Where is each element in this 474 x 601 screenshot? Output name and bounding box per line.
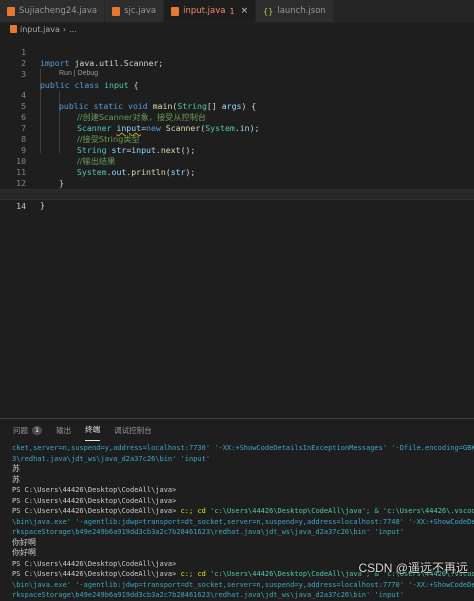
tab-label: Sujiacheng24.java — [19, 6, 98, 16]
editor-tab-bar: Sujiacheng24.java sjc.java input.java 1 … — [0, 0, 474, 23]
code-line-7: 7 //接受String类型 — [0, 112, 474, 144]
terminal-line: 3\redhat.java\jdt_ws\java_d2a37c26\bin' … — [12, 454, 474, 465]
run-debug-codelens[interactable]: Run | Debug — [59, 69, 98, 79]
code-line-9: 9 //输出结果 — [0, 134, 474, 166]
terminal-command-token: c:; — [176, 507, 194, 515]
tab-debug-console[interactable]: 调试控制台 — [114, 419, 152, 441]
code-line-10: 10 System.out.println(str); — [0, 145, 474, 177]
tab-label: input.java — [183, 6, 226, 16]
terminal-text: 3\redhat.java\jdt_ws\java_d2a37c26\bin' … — [12, 454, 211, 463]
terminal-command-token: & 'c:\Users\44426\.vscode\ — [370, 507, 474, 515]
bottom-panel: 问题 1 输出 终端 调试控制台 cket,server=n,suspend=y… — [0, 418, 474, 599]
tab-bar-spacer — [333, 0, 474, 22]
close-icon[interactable]: × — [241, 6, 249, 16]
tab-label: 问题 — [13, 425, 28, 435]
tab-sujiacheng24-java[interactable]: Sujiacheng24.java — [0, 0, 106, 22]
csdn-watermark: CSDN @遥远不再远 — [358, 561, 468, 575]
terminal-line: rkspaceStorage\b49e249b6a919dd3cb3a2c7b2… — [12, 590, 474, 601]
terminal-text: PS C:\Users\44426\Desktop\CodeAll\java> — [12, 496, 177, 505]
terminal-text: PS C:\Users\44426\Desktop\CodeAll\java> — [12, 570, 177, 578]
terminal-command-token: cd — [193, 507, 206, 515]
java-file-icon — [171, 6, 180, 16]
terminal-line: 苏 — [12, 475, 474, 486]
terminal-text: 苏 — [12, 464, 20, 473]
code-line-5: 5 //创建Scanner对象，接受从控制台 — [0, 90, 474, 122]
tab-label: 输出 — [56, 425, 72, 435]
breadcrumb-more[interactable]: ... — [69, 25, 77, 34]
code-editor[interactable]: 1 import java.util.Scanner; 2 3 public c… — [0, 36, 474, 416]
terminal-line: \bin\java.exe' '-agentlib:jdwp=transport… — [12, 517, 474, 528]
code-token: } — [40, 200, 45, 210]
tab-label: 终端 — [85, 425, 101, 434]
json-file-icon: {} — [263, 6, 274, 16]
tab-label: launch.json — [277, 6, 326, 16]
terminal-line: PS C:\Users\44426\Desktop\CodeAll\java> — [12, 496, 474, 507]
problem-count-badge: 1 — [229, 6, 235, 16]
code-line-3: 3 public class input { — [0, 58, 474, 90]
tab-label: sjc.java — [124, 6, 157, 16]
code-line-11: 11 } — [0, 156, 474, 188]
terminal-command-token: 'c:\Users\44426\Desktop\CodeAll\java'; — [205, 507, 371, 515]
breadcrumb-separator: › — [62, 24, 67, 34]
panel-tab-bar: 问题 1 输出 终端 调试控制台 — [0, 419, 474, 441]
terminal-text: rkspaceStorage\b49e249b6a919dd3cb3a2c7b2… — [12, 591, 404, 599]
line-number: 14 — [16, 201, 26, 211]
breadcrumb: input.java › ... — [0, 22, 474, 36]
code-line-2: 2 — [0, 47, 474, 68]
tab-input-java[interactable]: input.java 1 × — [164, 0, 257, 22]
terminal-text: 你好啊 — [12, 537, 36, 547]
tab-launch-json[interactable]: {} launch.json — [256, 0, 334, 22]
tab-label: 调试控制台 — [114, 425, 152, 435]
code-line-12: 12 — [0, 167, 474, 188]
terminal-text: PS C:\Users\44426\Desktop\CodeAll\java> — [12, 559, 177, 568]
code-line-6: 6 Scanner input=new Scanner(System.in); — [0, 101, 474, 133]
terminal-text: 你好啊 — [12, 548, 36, 557]
terminal-line: \bin\java.exe' '-agentlib:jdwp=transport… — [12, 580, 474, 591]
code-line-4: 4 public static void main(String[] args)… — [0, 79, 474, 111]
terminal-output[interactable]: cket,server=n,suspend=y,address=localhos… — [12, 443, 474, 601]
tab-terminal[interactable]: 终端 — [85, 419, 101, 441]
breadcrumb-file[interactable]: input.java — [20, 25, 60, 34]
terminal-command-token: 'c:\Users\44426\Desktop\CodeAll\java'; — [205, 570, 371, 578]
terminal-line: PS C:\Users\44426\Desktop\CodeAll\java> … — [12, 506, 474, 517]
code-line-8: 8 String str=input.next(); — [0, 123, 474, 155]
terminal-text: \bin\java.exe' '-agentlib:jdwp=transport… — [12, 517, 474, 526]
terminal-text: PS C:\Users\44426\Desktop\CodeAll\java> — [12, 507, 177, 515]
java-file-icon — [10, 25, 17, 33]
tab-problems[interactable]: 问题 1 — [13, 419, 43, 441]
terminal-line: 你好啊 — [12, 548, 474, 559]
code-line-1: 1 import java.util.Scanner; — [0, 36, 474, 68]
terminal-text: 苏 — [12, 474, 20, 484]
terminal-text: \bin\java.exe' '-agentlib:jdwp=transport… — [12, 580, 474, 589]
terminal-line: cket,server=n,suspend=y,address=localhos… — [12, 443, 474, 454]
code-line-13: 13 } — [0, 178, 474, 210]
terminal-line: 苏 — [12, 464, 474, 475]
terminal-command-token: cd — [193, 570, 206, 578]
terminal-line: 你好啊 — [12, 538, 474, 549]
terminal-line: rkspaceStorage\b49e249b6a919dd3cb3a2c7b2… — [12, 527, 474, 538]
java-file-icon — [112, 6, 121, 16]
terminal-text: cket,server=n,suspend=y,address=localhos… — [12, 444, 474, 452]
terminal-text: rkspaceStorage\b49e249b6a919dd3cb3a2c7b2… — [12, 528, 404, 536]
terminal-text: PS C:\Users\44426\Desktop\CodeAll\java> — [12, 486, 177, 494]
tab-sjc-java[interactable]: sjc.java — [105, 0, 165, 22]
terminal-command-token: c:; — [176, 570, 194, 578]
problem-count-badge: 1 — [32, 425, 43, 435]
terminal-line: PS C:\Users\44426\Desktop\CodeAll\java> — [12, 485, 474, 496]
java-file-icon — [7, 6, 15, 16]
tab-output[interactable]: 输出 — [56, 419, 71, 441]
code-line-14-current: 14 — [0, 189, 474, 211]
